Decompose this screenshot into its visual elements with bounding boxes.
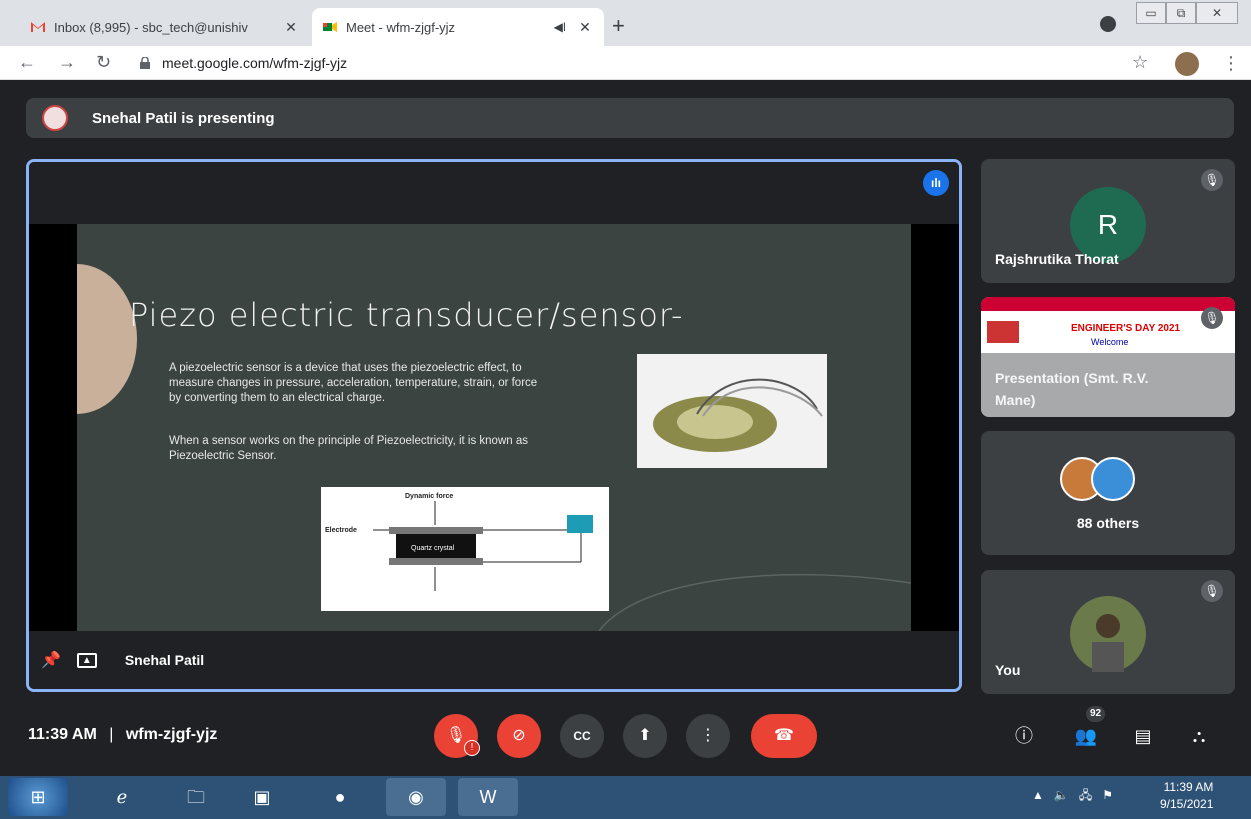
slide-decoration-curve [598,573,911,631]
control-bar: 11:39 AM | wfm-zjgf-yjz 🎙 ! ⊘ CC ⬆ ⋮ ☎ ⓘ… [0,706,1251,776]
participant-count-badge: 92 [1086,706,1106,722]
others-tile[interactable]: 88 others [981,431,1235,555]
browser-tabstrip: Inbox (8,995) - sbc_tech@unishiv ✕ Meet … [0,0,1251,46]
diagram-crystal-label: Quartz crystal [411,545,455,552]
tab-title: Meet - wfm-zjgf-yjz [346,19,456,35]
close-icon[interactable]: ✕ [576,19,594,36]
activities-icon[interactable]: ⛬ [1183,720,1215,752]
tab-title: Inbox (8,995) - sbc_tech@unishiv [54,19,248,35]
mic-off-icon: 🎙 [1201,307,1223,329]
info-icon[interactable]: ⓘ [1008,720,1040,752]
word-icon[interactable]: W [458,778,518,816]
close-icon[interactable]: ✕ [282,19,300,36]
window-close-button[interactable]: ✕ [1196,2,1238,24]
back-icon[interactable]: ← [18,52,36,73]
warning-icon: ! [464,740,480,756]
presentation-stage[interactable]: ılı Piezo electric transducer/sensor- A … [26,159,962,692]
audio-playing-icon[interactable]: ◀ǀ [554,20,566,34]
meet-main: Snehal Patil is presenting ılı Piezo ele… [0,81,1251,776]
reload-icon[interactable]: ↻ [96,52,111,73]
participant-name: Rajshrutika Thorat [995,251,1119,267]
sensor-photo [637,354,827,468]
system-clock[interactable]: 11:39 AM 9/15/2021 [1160,779,1213,813]
participant-tile[interactable]: 🎙 R Rajshrutika Thorat [981,159,1235,283]
gmail-icon [31,22,45,32]
tab-meet[interactable]: Meet - wfm-zjgf-yjz ◀ǀ ✕ [312,8,604,46]
present-button[interactable]: ⬆ [623,714,667,758]
start-button[interactable]: ⊞ [8,778,68,816]
maximize-button[interactable]: ⧉ [1166,2,1196,24]
mic-toggle-button[interactable]: 🎙 ! [434,714,480,758]
slide-paragraph: When a sensor works on the principle of … [169,435,528,462]
tab-inbox[interactable]: Inbox (8,995) - sbc_tech@unishiv ✕ [20,8,310,46]
others-count: 88 others [1076,515,1140,531]
self-avatar [1070,596,1146,672]
participant-name: Presentation (Smt. R.V. Mane) [995,370,1149,408]
meeting-time: 11:39 AM [28,726,97,743]
leave-call-button[interactable]: ☎ [751,714,817,758]
tab-search-icon[interactable] [1100,16,1116,32]
meeting-info: 11:39 AM | wfm-zjgf-yjz [28,726,218,743]
address-toolbar: ← → ↻ meet.google.com/wfm-zjgf-yjz ☆ [0,46,1251,80]
lock-icon [140,57,150,69]
bookmark-star-icon[interactable]: ☆ [1132,52,1148,73]
diagram-top-label: Dynamic force [405,493,453,500]
os-taskbar: ⊞ ℯ 🗀 ▣ ● ◉ W ▲ 🔈 🖧 ⚑ 11:39 AM 9/15/2021 [0,776,1251,819]
mic-off-icon: 🎙 [1201,169,1223,191]
captions-button[interactable]: CC [560,714,604,758]
slide: Piezo electric transducer/sensor- A piez… [77,224,911,631]
piezo-diagram: Dynamic force Quartz crystal Electrode [321,487,609,611]
participant-name: You [995,662,1021,678]
profile-avatar[interactable] [1175,52,1199,76]
people-icon[interactable]: 👥 92 [1070,706,1106,752]
url-text: meet.google.com/wfm-zjgf-yjz [162,55,348,71]
clock-time: 11:39 AM [1163,780,1214,794]
camera-toggle-button[interactable]: ⊘ [497,714,541,758]
mic-off-icon: 🎙 [1201,580,1223,602]
file-explorer-icon[interactable]: 🗀 [166,778,226,816]
thumb-title: ENGINEER'S DAY 2021 [1071,323,1181,334]
chrome-icon[interactable]: ◉ [386,778,446,816]
slide-paragraph: A piezoelectric sensor is a device that … [169,362,538,404]
presenter-name: Snehal Patil [124,652,205,668]
clock-date: 9/15/2021 [1160,797,1214,811]
stage-header: ılı [29,162,959,224]
internet-explorer-icon[interactable]: ℯ [92,778,152,816]
firefox-icon[interactable]: ● [310,778,370,816]
slide-title: Piezo electric transducer/sensor- [129,296,684,334]
pin-icon[interactable]: 📌 [41,650,61,670]
presenter-avatar [42,105,68,131]
participant-tile-presentation[interactable]: ENGINEER'S DAY 2021 Welcome Presentation… [981,297,1235,417]
minimize-button[interactable]: ▭ [1136,2,1166,24]
browser-menu-icon[interactable]: ⋮ [1222,53,1240,74]
more-options-button[interactable]: ⋮ [686,714,730,758]
slide-decoration [77,264,137,414]
self-tile[interactable]: 🎙 You [981,570,1235,694]
presenting-text: Snehal Patil is presenting [92,109,275,127]
participant-avatar [1091,457,1135,501]
meet-icon [323,22,337,32]
new-tab-button[interactable]: + [612,13,625,39]
thumb-text: Welcome [1091,337,1129,347]
meeting-code: wfm-zjgf-yjz [125,726,218,743]
present-screen-icon[interactable]: ▲ [76,652,97,668]
url-bar[interactable]: meet.google.com/wfm-zjgf-yjz [140,50,1160,76]
chat-icon[interactable]: ▤ [1127,720,1159,752]
forward-icon[interactable]: → [58,52,76,73]
media-player-icon[interactable]: ▣ [232,778,292,816]
stage-footer: 📌 ▲ Snehal Patil [29,631,959,689]
diagram-left-label: Electrode [325,527,357,534]
speaking-indicator-icon: ılı [923,170,949,196]
system-tray[interactable]: ▲ 🔈 🖧 ⚑ [1032,786,1113,807]
presenting-banner: Snehal Patil is presenting [26,98,1234,138]
